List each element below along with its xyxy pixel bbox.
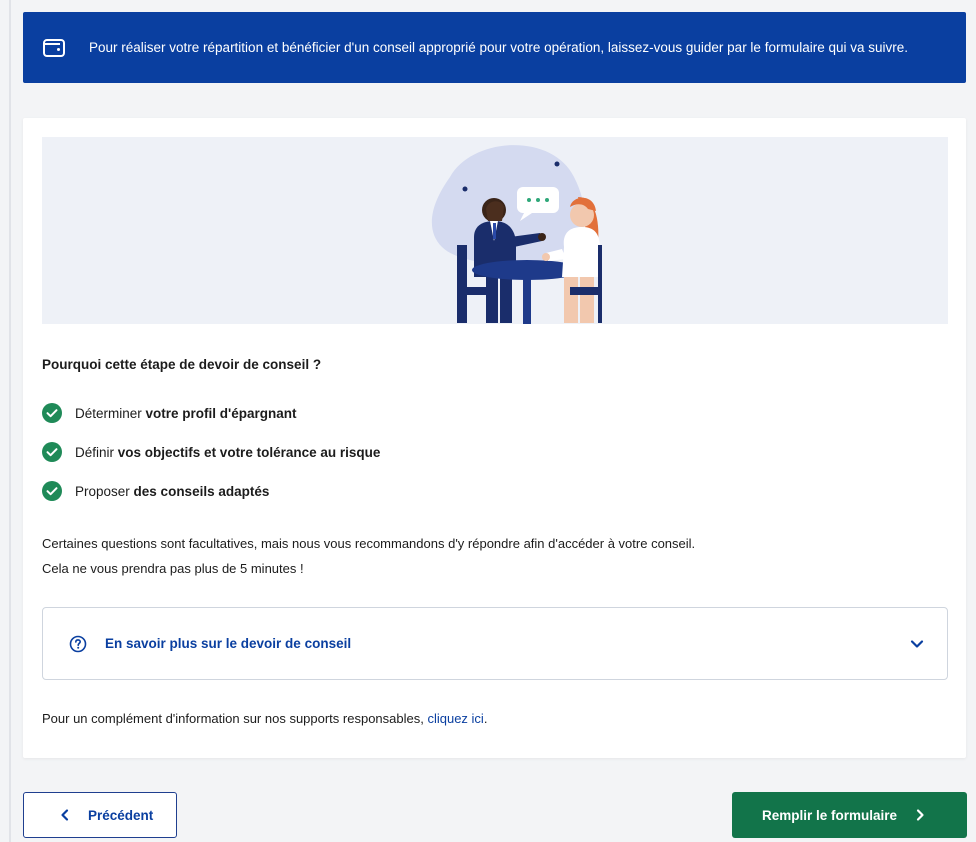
meeting-illustration bbox=[42, 137, 948, 324]
footnote-after: . bbox=[483, 711, 488, 726]
previous-button[interactable]: Précédent bbox=[23, 792, 177, 838]
checklist-item-prefix: Définir bbox=[75, 444, 115, 460]
fill-form-button[interactable]: Remplir le formulaire bbox=[732, 792, 967, 838]
section-title: Pourquoi cette étape de devoir de consei… bbox=[42, 357, 322, 372]
fill-form-button-label: Remplir le formulaire bbox=[762, 807, 898, 823]
accordion-label: En savoir plus sur le devoir de conseil bbox=[105, 636, 352, 651]
previous-button-label: Précédent bbox=[88, 807, 154, 823]
chevron-left-icon bbox=[61, 809, 69, 821]
checklist-item-bold: votre profil d'épargnant bbox=[145, 405, 297, 421]
check-circle-icon bbox=[42, 403, 62, 423]
chevron-right-icon bbox=[916, 809, 924, 821]
checklist-item-profile: Déterminer votre profil d'épargnant bbox=[42, 403, 297, 423]
wallet-icon bbox=[43, 38, 65, 57]
info-text-line-1: Certaines questions sont facultatives, m… bbox=[42, 536, 696, 551]
checklist-item-bold: des conseils adaptés bbox=[133, 483, 270, 499]
responsible-supports-link[interactable]: cliquez ici bbox=[427, 711, 483, 726]
info-text-line-2: Cela ne vous prendra pas plus de 5 minut… bbox=[42, 561, 304, 576]
banner-text: Pour réaliser votre répartition et bénéf… bbox=[89, 40, 908, 55]
checklist-item-advice: Proposer des conseils adaptés bbox=[42, 481, 269, 501]
info-banner: Pour réaliser votre répartition et bénéf… bbox=[23, 12, 966, 83]
checklist-item-bold: vos objectifs et votre tolérance au risq… bbox=[117, 444, 381, 460]
checklist-item-prefix: Proposer bbox=[75, 483, 130, 499]
footnote-text: Pour un complément d'information sur nos… bbox=[42, 711, 428, 726]
check-circle-icon bbox=[42, 481, 62, 501]
checklist-item-prefix: Déterminer bbox=[75, 405, 142, 421]
checklist-item-objectives: Définir vos objectifs et votre tolérance… bbox=[42, 442, 380, 462]
devoir-conseil-accordion[interactable]: En savoir plus sur le devoir de conseil bbox=[42, 607, 948, 680]
footnote: Pour un complément d'information sur nos… bbox=[42, 711, 487, 726]
chevron-down-icon[interactable] bbox=[909, 636, 925, 652]
advice-card: Pourquoi cette étape de devoir de consei… bbox=[23, 118, 966, 758]
check-circle-icon bbox=[42, 442, 62, 462]
meeting-illustration-art bbox=[431, 145, 602, 324]
page-left-border bbox=[9, 0, 11, 842]
question-circle-icon bbox=[69, 635, 87, 652]
